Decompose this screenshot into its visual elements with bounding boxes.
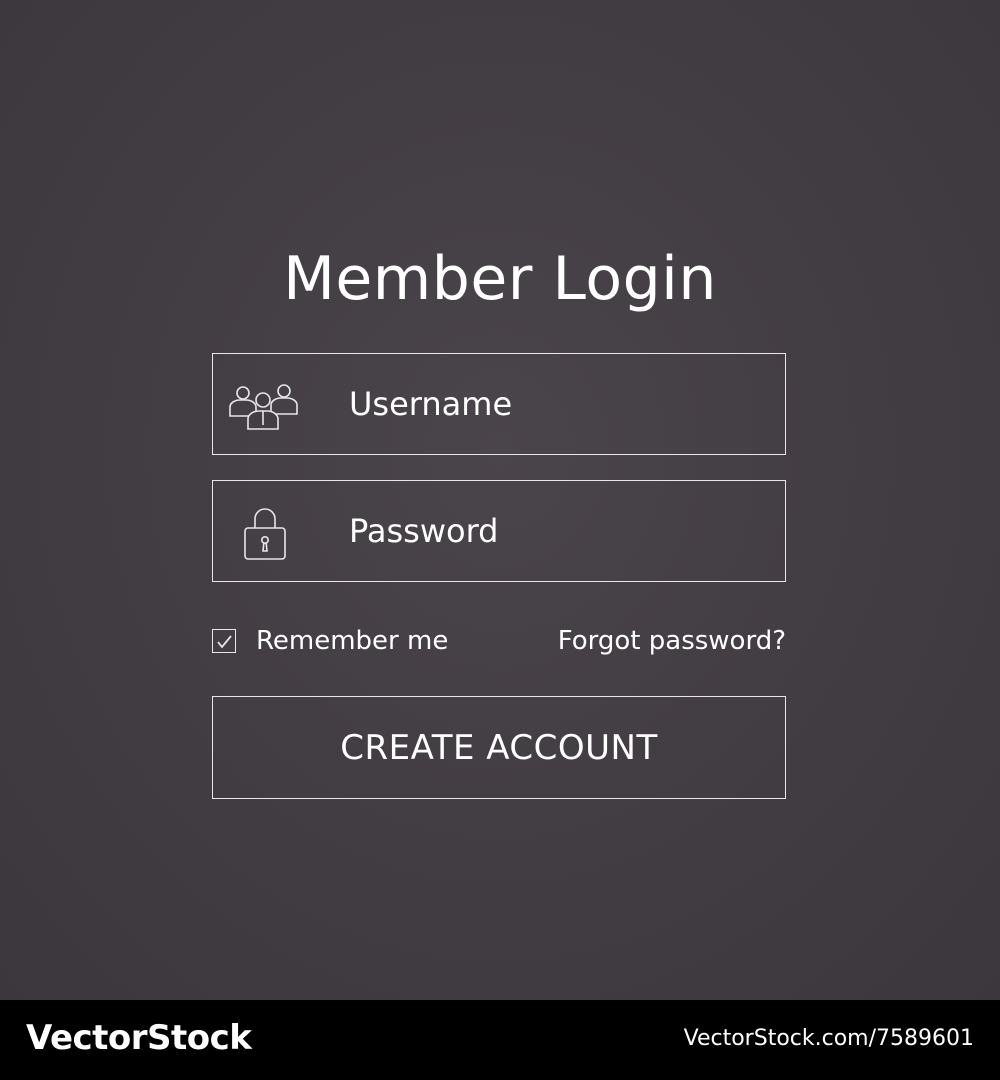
- watermark-footer: VectorStock VectorStock.com/7589601: [0, 1000, 1000, 1080]
- forgot-password-link[interactable]: Forgot password?: [558, 623, 786, 659]
- create-account-button[interactable]: CREATE ACCOUNT: [212, 696, 786, 799]
- watermark-brand: VectorStock: [26, 1018, 252, 1058]
- username-input[interactable]: [349, 354, 769, 454]
- login-panel: Member Login Username Remember me Forgot…: [0, 0, 1000, 1000]
- remember-me-checkbox[interactable]: [212, 629, 236, 653]
- password-input[interactable]: [349, 481, 769, 581]
- password-field[interactable]: [212, 480, 786, 582]
- watermark-image-id: VectorStock.com/7589601: [683, 1026, 974, 1051]
- remember-me-label[interactable]: Remember me: [256, 623, 448, 659]
- username-field[interactable]: [212, 353, 786, 455]
- checkmark-icon: [217, 635, 232, 649]
- users-group-icon: [213, 354, 333, 454]
- page-title: Member Login: [283, 244, 717, 314]
- padlock-icon: [213, 481, 333, 581]
